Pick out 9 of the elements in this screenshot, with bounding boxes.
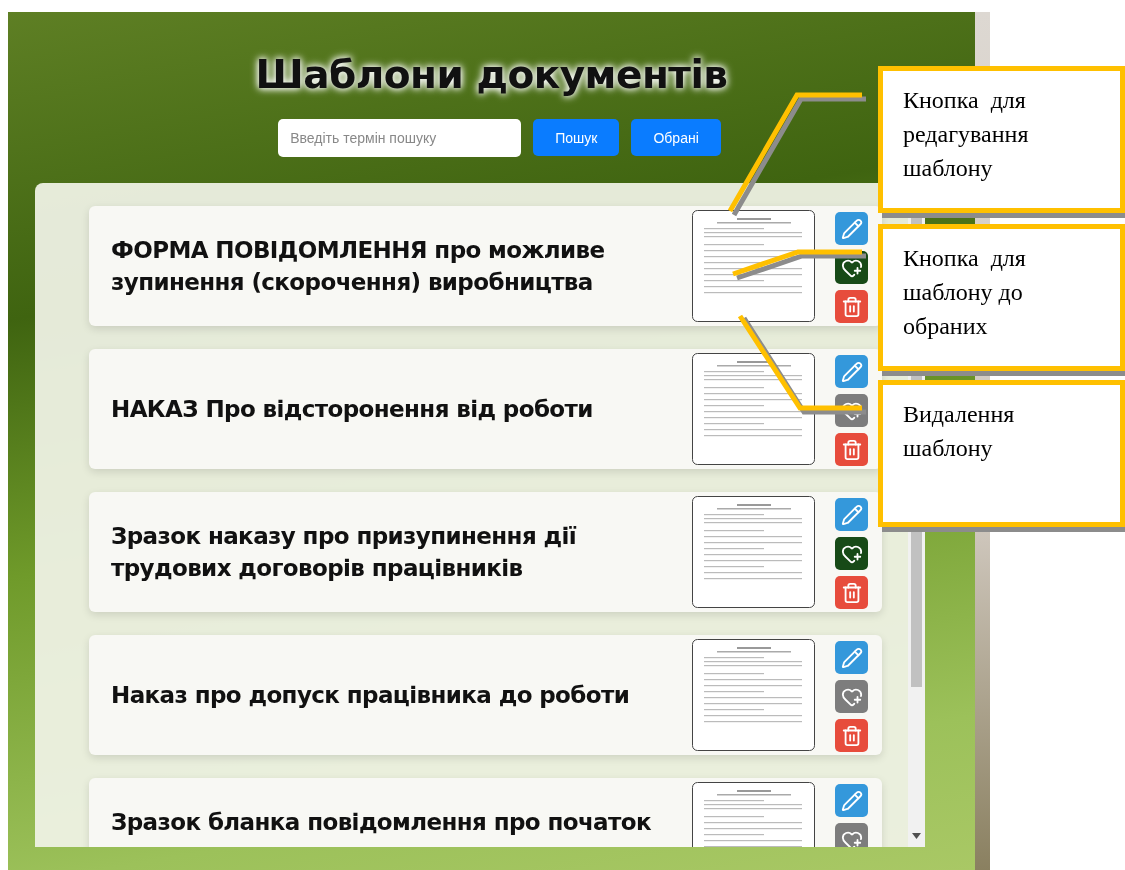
page-title: Шаблони документів	[255, 52, 728, 97]
callout-text: Кнопка для шаблону до обраних	[903, 244, 1027, 341]
template-title: Зразок наказу про призупинення дії трудових договорів працівників	[111, 522, 578, 583]
template-title: Наказ про допуск працівника до роботи	[111, 681, 631, 710]
template-title: ФОРМА ПОВІДОМЛЕННЯ про можливе зупинення (скорочення) виробництва	[111, 236, 606, 297]
callout-text: Кнопка для редагування шаблону	[903, 86, 1030, 183]
callout-text: Видалення шаблону	[903, 400, 1016, 463]
template-title: НАКАЗ Про відсторонення від роботи	[111, 395, 594, 424]
template-title: Зразок бланка повідомлення про початок	[111, 808, 652, 837]
